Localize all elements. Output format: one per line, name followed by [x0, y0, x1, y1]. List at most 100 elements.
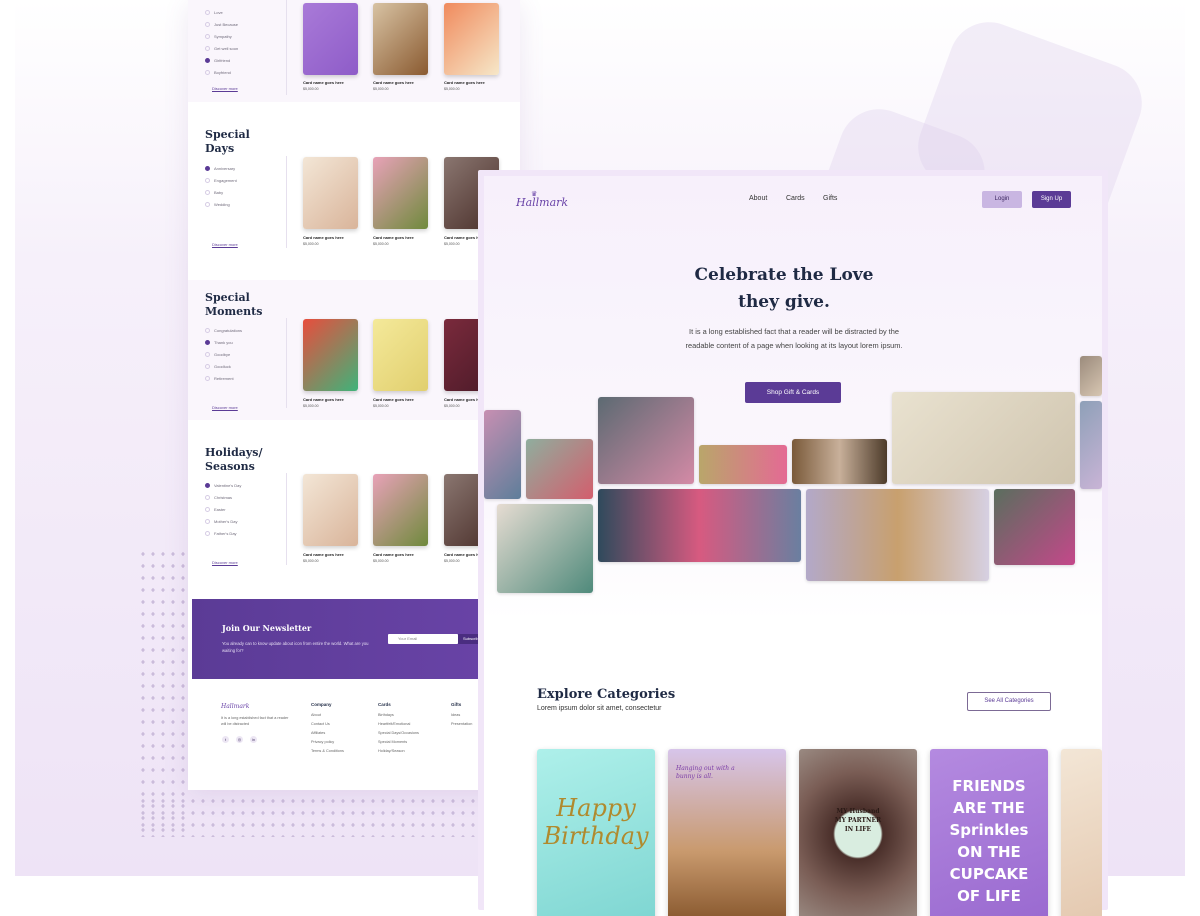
filter-option[interactable]: Valentine's Day — [205, 483, 241, 488]
discover-more-link[interactable]: Discover more — [212, 86, 238, 91]
card-artwork-text: Happy Birthday — [543, 794, 649, 850]
category-card-partial[interactable] — [1061, 749, 1102, 916]
category-page-preview: Love Just Because Sympathy Get well soon… — [188, 0, 520, 790]
hero-subtitle: It is a long established fact that a rea… — [685, 327, 903, 350]
login-button[interactable]: Login — [982, 191, 1022, 208]
shop-gift-cards-button[interactable]: Shop Gift & Cards — [745, 382, 841, 403]
instagram-icon[interactable]: ◎ — [236, 736, 243, 743]
footer-logo[interactable]: Hallmark — [221, 703, 249, 710]
footer-about: It is a long established fact that a rea… — [221, 716, 289, 726]
card-thumbnail[interactable] — [373, 157, 428, 229]
store-photo — [526, 439, 593, 499]
filter-option[interactable]: Goodbye — [205, 352, 230, 357]
footer-link[interactable]: Special Days/Occasions — [378, 731, 419, 735]
hero-title-line2: they give. — [738, 292, 830, 312]
nav-gifts[interactable]: Gifts — [823, 195, 837, 202]
filter-option[interactable]: Goodluck — [205, 364, 231, 369]
divider — [286, 156, 287, 248]
section-title: Special Moments — [205, 291, 263, 318]
footer-link[interactable]: Presentation — [451, 722, 472, 726]
home-page-canvas: ♛ Hallmark About Cards Gifts Login Sign … — [484, 176, 1102, 916]
category-card-husband[interactable]: MY Husband MY PARTNER IN LIFE — [799, 749, 917, 916]
card-thumbnail[interactable] — [303, 3, 358, 75]
footer-link[interactable]: Affiliates — [311, 731, 344, 735]
nav-about[interactable]: About — [749, 195, 767, 202]
card-price: $5,000.00 — [303, 87, 319, 91]
card-thumbnail[interactable] — [303, 319, 358, 391]
decorative-dots — [138, 795, 478, 837]
category-section-holidays: Holidays/ Seasons Valentine's Day Christ… — [188, 435, 520, 585]
card-caption: Card name goes here — [303, 397, 344, 402]
category-card-friends[interactable]: FRIENDS ARE THE Sprinkles ON THE CUPCAKE… — [930, 749, 1048, 916]
discover-more-link[interactable]: Discover more — [212, 560, 238, 565]
discover-more-link[interactable]: Discover more — [212, 242, 238, 247]
card-artwork-text: MY Husband MY PARTNER IN LIFE — [834, 808, 882, 833]
explore-categories-subtitle: Lorem ipsum dolor sit amet, consectetur — [537, 705, 662, 712]
store-photo — [598, 489, 801, 562]
footer-link[interactable]: Birthdays — [378, 713, 419, 717]
section-title: Holidays/ Seasons — [205, 446, 263, 473]
card-artwork-text: FRIENDS ARE THE Sprinkles ON THE CUPCAKE… — [949, 777, 1029, 905]
footer-link[interactable]: Holiday/Season — [378, 749, 419, 753]
see-all-categories-button[interactable]: See All Categories — [967, 692, 1051, 711]
card-caption: Card name goes here — [373, 80, 414, 85]
filter-option[interactable]: Anniversary — [205, 166, 235, 171]
card-price: $5,000.00 — [444, 242, 460, 246]
filter-option[interactable]: Love — [205, 10, 223, 15]
nav-cards[interactable]: Cards — [786, 195, 805, 202]
filter-option[interactable]: Mother's Day — [205, 519, 237, 524]
filter-option[interactable]: Girlfriend — [205, 58, 230, 63]
filter-option[interactable]: Boyfriend — [205, 70, 231, 75]
filter-option[interactable]: Sympathy — [205, 34, 232, 39]
filter-option[interactable]: Christmas — [205, 495, 232, 500]
filter-option[interactable]: Get well soon — [205, 46, 238, 51]
explore-categories-title: Explore Categories — [537, 687, 676, 702]
filter-option[interactable]: Father's Day — [205, 531, 237, 536]
card-thumbnail[interactable] — [303, 474, 358, 546]
twitter-icon[interactable]: t — [222, 736, 229, 743]
category-section-special-days: Special Days Anniversary Engagement Baby… — [188, 120, 520, 270]
discover-more-link[interactable]: Discover more — [212, 405, 238, 410]
footer-link[interactable]: Heartfelt/Emotional — [378, 722, 419, 726]
filter-option[interactable]: Thank you — [205, 340, 233, 345]
card-price: $5,000.00 — [444, 559, 460, 563]
filter-option[interactable]: Engagement — [205, 178, 237, 183]
card-price: $5,000.00 — [444, 404, 460, 408]
newsletter-title: Join Our Newsletter — [222, 623, 312, 633]
footer-link[interactable]: About — [311, 713, 344, 717]
footer-link[interactable]: Special Moments — [378, 740, 419, 744]
filter-option[interactable]: Just Because — [205, 22, 238, 27]
filter-option[interactable]: Retirement — [205, 376, 234, 381]
card-thumbnail[interactable] — [303, 157, 358, 229]
brand-logo[interactable]: Hallmark — [516, 196, 568, 209]
footer-column-company: Company About Contact Us Affiliates Priv… — [311, 702, 344, 758]
filter-option[interactable]: Baby — [205, 190, 223, 195]
hero-title-line1: Celebrate the Love — [694, 265, 874, 285]
footer-heading: Gifts — [451, 702, 462, 707]
filter-option[interactable]: Wedding — [205, 202, 230, 207]
footer-link[interactable]: Contact Us — [311, 722, 344, 726]
store-photo — [892, 392, 1075, 484]
footer-link[interactable]: Terms & Conditions — [311, 749, 344, 753]
store-photo — [994, 489, 1075, 565]
filter-option[interactable]: Congratulations — [205, 328, 242, 333]
footer-link[interactable]: Ideas — [451, 713, 472, 717]
signup-button[interactable]: Sign Up — [1032, 191, 1071, 208]
footer-link[interactable]: Privacy policy — [311, 740, 344, 744]
footer-column-gifts: Gifts Ideas Presentation — [451, 702, 472, 731]
filter-option[interactable]: Easter — [205, 507, 226, 512]
store-photo — [806, 489, 989, 581]
newsletter-email-input[interactable]: Your Email — [388, 634, 458, 644]
card-thumbnail[interactable] — [373, 319, 428, 391]
category-section-special-moments: Special Moments Congratulations Thank yo… — [188, 280, 520, 420]
category-card-puppy[interactable]: Hanging out with a bunny is all. — [668, 749, 786, 916]
category-card-birthday[interactable]: Happy Birthday — [537, 749, 655, 916]
card-thumbnail[interactable] — [444, 3, 499, 75]
card-caption: Card name goes here — [303, 552, 344, 557]
linkedin-icon[interactable]: in — [250, 736, 257, 743]
card-thumbnail[interactable] — [373, 474, 428, 546]
card-thumbnail[interactable] — [373, 3, 428, 75]
card-price: $5,000.00 — [303, 404, 319, 408]
footer-column-cards: Cards Birthdays Heartfelt/Emotional Spec… — [378, 702, 419, 758]
card-caption: Card name goes here — [444, 80, 485, 85]
